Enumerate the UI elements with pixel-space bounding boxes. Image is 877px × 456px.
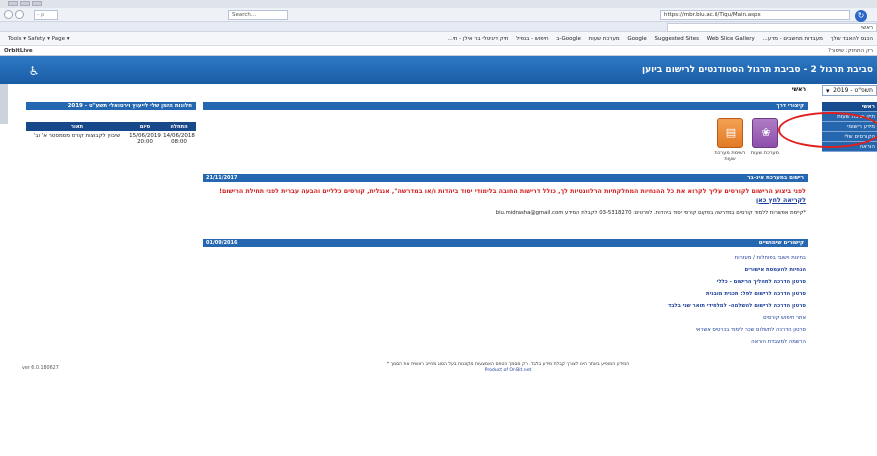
favorite-link[interactable]: Google: [627, 36, 646, 42]
site-name: OrbitLive: [4, 48, 33, 54]
registration-warning: לפני ביצוע הרישום לקורסים עליך לקרוא את …: [210, 187, 806, 205]
favorites-bar: Tools ▾ Safety ▾ Page ▾ הכנס להאבד שלך מ…: [0, 32, 877, 46]
gear-icon: ❀: [761, 126, 771, 139]
registration-contact: *קיימת אפשרות ללמוד קורסים במדרשה בפקום …: [495, 210, 806, 216]
quick-links-title: קיצורי דרך: [776, 103, 804, 109]
tab-main[interactable]: ראשי: [667, 23, 877, 32]
window-titlebar: [0, 0, 877, 8]
favorite-link[interactable]: Google-ב: [556, 36, 581, 42]
list-item[interactable]: בחינות וישובי בפוחלות / מעזרות: [210, 252, 806, 264]
document-icon: ▤: [725, 126, 737, 139]
registration-warning-text: לפני ביצוע הרישום לקורסים עליך לקרוא את …: [219, 188, 806, 195]
refresh-icon[interactable]: ↻: [855, 10, 867, 22]
window-controls[interactable]: [8, 1, 42, 6]
footer-note: * המידע המופיע באתר הינו לצורך קבלת מידע…: [210, 362, 806, 374]
registration-title: רישום במערכת אינ-בר: [747, 175, 804, 181]
favorite-link[interactable]: מעבדות מחשבים - מדע...: [763, 36, 823, 42]
url-field[interactable]: https://mbr.biu.ac.il/Tiqu/Main.aspx: [660, 10, 850, 20]
wheelchair-icon[interactable]: ♿: [26, 63, 42, 79]
address-bar: - ρ Search... https://mbr.biu.ac.il/Tiqu…: [0, 8, 877, 22]
description-cell: שיבוץ לקבוצות קורס מסמסטר א' וב': [33, 133, 121, 139]
list-item[interactable]: סרטון הדרכה לרישום להשלמה- למלפידי תואר …: [210, 300, 806, 312]
chevron-down-icon: ▾: [826, 87, 830, 95]
end-cell: 15/06/2019 20:00: [129, 133, 161, 145]
column-header: סיום: [128, 122, 162, 131]
highlight-annotation: [778, 112, 877, 148]
favorite-link[interactable]: הכנס להאבד שלך: [831, 36, 873, 42]
registration-date: 21/11/2017: [206, 175, 238, 181]
list-item[interactable]: סרטון הדרכה לתהליך הרישום - כללי: [210, 276, 806, 288]
site-header: ♿ סביבת תרגול 2 - סביבת תרגול הסטודנטים …: [0, 56, 877, 84]
advising-windows-table: התחלה סיום תאור 14/06/2018 08:00 15/06/2…: [26, 122, 196, 145]
side-strip: [0, 84, 8, 124]
year-select[interactable]: תשפ"ט - 2019 ▾: [822, 85, 877, 96]
forward-icon[interactable]: [15, 10, 24, 19]
list-item[interactable]: אתר חיפוש קורסים: [210, 312, 806, 324]
useful-links-title: קישורים שימושיים: [758, 240, 804, 246]
year-select-value: תשפ"ט - 2019: [833, 87, 873, 94]
list-item[interactable]: הנחיות להעמסת אישורים: [210, 264, 806, 276]
schedule-list-tile[interactable]: ▤: [717, 118, 743, 148]
page-status-row: OrbitLive רק התחזק: שיפור?: [0, 46, 877, 56]
registration-header: רישום במערכת אינ-בר 21/11/2017: [203, 174, 808, 182]
favorite-link[interactable]: מערכת שעות: [589, 36, 620, 42]
column-header: התחלה: [162, 122, 196, 131]
useful-links-header: קישורים שימושיים 01/09/2016: [203, 239, 808, 247]
useful-links-list: בחינות וישובי בפוחלות / מעזרות הנחיות לה…: [210, 252, 806, 348]
page-title: סביבת תרגול 2 - סביבת תרגול הסטודנטים לר…: [641, 65, 873, 75]
search-input[interactable]: Search...: [228, 10, 288, 20]
status-text[interactable]: רק התחזק: שיפור?: [828, 46, 873, 56]
product-credit-link[interactable]: Product of Or-Bit.net: [210, 368, 806, 374]
sidebar-item-home[interactable]: ראשי: [822, 102, 877, 112]
quick-search-box[interactable]: - ρ: [34, 10, 58, 20]
advising-windows-title: חלונות הזמן שלי לייעוץ וירטואלי תשע"ט - …: [67, 103, 192, 109]
list-item[interactable]: סרטון הדרכה לרישום לפל: תכנית מובנית: [210, 288, 806, 300]
registration-body: לפני ביצוע הרישום לקורסים עליך לקרוא את …: [210, 187, 806, 216]
schedule-list-tile-label[interactable]: רשימת מערכת שעות: [709, 150, 751, 162]
useful-links-date: 01/09/2016: [206, 240, 238, 246]
favorite-link[interactable]: חיפוש - בנפיל: [516, 36, 548, 42]
favorite-link[interactable]: Web Slice Gallery: [707, 36, 755, 42]
tab-strip: × ראשי: [0, 22, 877, 32]
table-row: 14/06/2018 08:00 15/06/2019 20:00 שיבוץ …: [26, 131, 196, 145]
favorites-links: הכנס להאבד שלך מעבדות מחשבים - מדע... Go…: [441, 32, 873, 46]
tools-menu[interactable]: Tools ▾ Safety ▾ Page ▾: [8, 32, 69, 46]
list-item[interactable]: סרטון הדרכה לתשלום שכר לימוד בכרטיס אשרא…: [210, 324, 806, 336]
version-label: ver 6.0.180627: [22, 366, 59, 371]
favorite-link[interactable]: תיק דיגיטלי בר אילן - תי...: [447, 36, 508, 42]
breadcrumb: ראשי: [791, 86, 806, 93]
favorite-link[interactable]: Suggested Sites: [655, 36, 699, 42]
quick-links-header: קיצורי דרך: [203, 102, 808, 110]
start-cell: 14/06/2018 08:00: [163, 133, 195, 145]
back-icon[interactable]: [4, 10, 13, 19]
schedule-tile[interactable]: ❀: [752, 118, 778, 148]
advising-windows-header: חלונות הזמן שלי לייעוץ וירטואלי תשע"ט - …: [26, 102, 196, 110]
list-item[interactable]: הרשמה למעבדת הוראה: [210, 336, 806, 348]
column-header: תאור: [26, 122, 128, 131]
read-more-link[interactable]: לקריאה לחץ כאן: [756, 197, 806, 204]
